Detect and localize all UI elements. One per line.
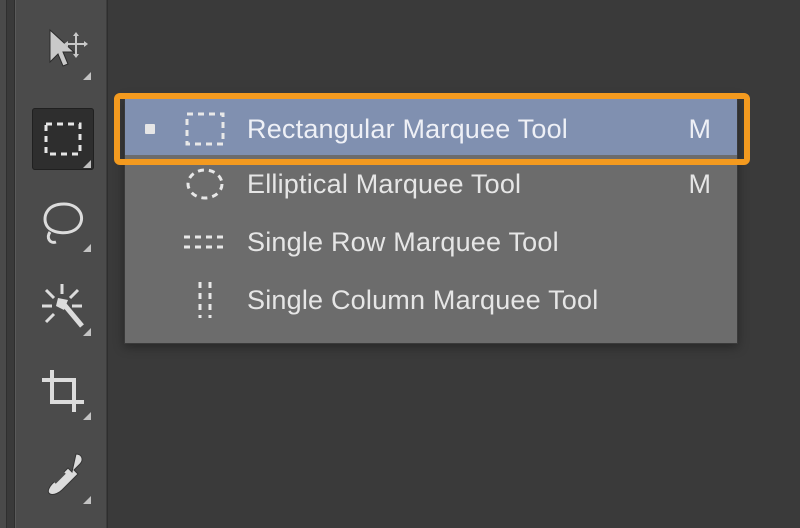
toolbar — [14, 0, 108, 528]
single-row-marquee-icon — [181, 222, 229, 262]
tool-move-button[interactable] — [32, 20, 94, 82]
menu-item-label: Single Column Marquee Tool — [247, 285, 711, 316]
menu-item-single-column-marquee[interactable]: Single Column Marquee Tool — [125, 271, 737, 329]
elliptical-marquee-icon — [181, 164, 229, 204]
menu-item-spacer — [145, 295, 155, 305]
menu-item-shortcut: M — [689, 114, 712, 145]
menu-item-elliptical-marquee[interactable]: Elliptical Marquee Tool M — [125, 155, 737, 213]
menu-item-single-row-marquee[interactable]: Single Row Marquee Tool — [125, 213, 737, 271]
marquee-flyout-menu: Rectangular Marquee Tool M Elliptical Ma… — [124, 96, 738, 344]
menu-item-label: Elliptical Marquee Tool — [247, 169, 689, 200]
flyout-indicator-icon — [83, 244, 91, 252]
screenshot-root: { "toolbar": { "tools": ["move","marquee… — [0, 0, 800, 528]
rectangular-marquee-icon — [181, 109, 229, 149]
menu-item-label: Single Row Marquee Tool — [247, 227, 711, 258]
current-tool-indicator-icon — [145, 124, 155, 134]
flyout-indicator-icon — [83, 72, 91, 80]
tool-lasso-button[interactable] — [32, 192, 94, 254]
tool-marquee-button[interactable] — [32, 108, 94, 170]
flyout-indicator-icon — [83, 412, 91, 420]
tool-eyedropper-button[interactable] — [32, 444, 94, 506]
menu-item-shortcut: M — [689, 169, 712, 200]
left-gutter — [0, 0, 7, 528]
flyout-indicator-icon — [83, 160, 91, 168]
menu-item-spacer — [145, 179, 155, 189]
tool-wand-button[interactable] — [32, 276, 94, 338]
menu-item-label: Rectangular Marquee Tool — [247, 114, 689, 145]
tool-crop-button[interactable] — [32, 360, 94, 422]
flyout-indicator-icon — [83, 496, 91, 504]
single-column-marquee-icon — [181, 280, 229, 320]
menu-item-spacer — [145, 237, 155, 247]
menu-item-rectangular-marquee[interactable]: Rectangular Marquee Tool M — [125, 97, 737, 155]
flyout-indicator-icon — [83, 328, 91, 336]
